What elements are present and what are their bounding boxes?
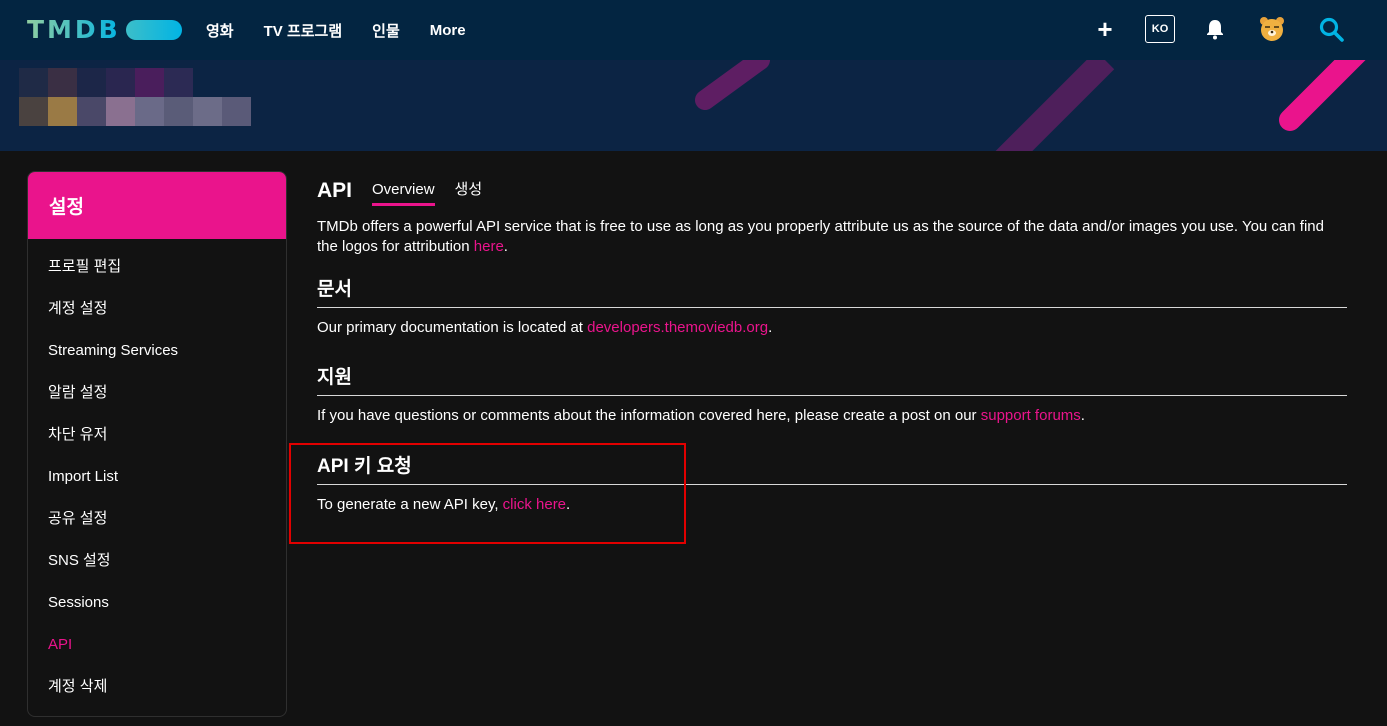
main-menu: 영화 TV 프로그램 인물 More	[206, 0, 496, 60]
menu-item-movies[interactable]: 영화	[206, 20, 234, 41]
top-navigation: TMDB 영화 TV 프로그램 인물 More + KO	[0, 0, 1387, 60]
plus-icon[interactable]: +	[1095, 16, 1115, 42]
api-header: API Overview 생성	[317, 172, 1347, 206]
support-heading: 지원	[317, 365, 1347, 396]
support-after: .	[1080, 407, 1085, 424]
sidebar-item-api[interactable]: API	[28, 624, 286, 666]
sidebar-item-import-list[interactable]: Import List	[28, 456, 286, 498]
api-key-request-heading: API 키 요청	[317, 454, 1347, 485]
documentation-text: Our primary documentation is located at	[317, 319, 588, 336]
sidebar-item-notifications[interactable]: 알람 설정	[28, 372, 286, 414]
bell-icon[interactable]	[1205, 18, 1225, 40]
search-icon[interactable]	[1318, 16, 1346, 44]
sidebar-list: 프로필 편집 계정 설정 Streaming Services 알람 설정 차단…	[28, 246, 286, 708]
language-button[interactable]: KO	[1145, 15, 1175, 43]
support-text-block: If you have questions or comments about …	[317, 406, 1347, 426]
click-here-link[interactable]: click here	[503, 496, 566, 513]
menu-item-tv[interactable]: TV 프로그램	[264, 20, 343, 41]
logo-text: TMDB	[27, 15, 121, 44]
api-key-request-text: To generate a new API key,	[317, 496, 503, 513]
menu-item-more[interactable]: More	[430, 22, 466, 39]
section-api-key-request: API 키 요청 To generate a new API key, clic…	[317, 454, 1347, 515]
section-support: 지원 If you have questions or comments abo…	[317, 365, 1347, 426]
tab-overview[interactable]: Overview	[372, 179, 435, 206]
api-main-content: API Overview 생성 TMDb offers a powerful A…	[317, 172, 1347, 515]
attribution-link[interactable]: here	[474, 238, 504, 255]
api-key-request-text-block: To generate a new API key, click here.	[317, 495, 1347, 515]
sidebar-item-sns[interactable]: SNS 설정	[28, 540, 286, 582]
sidebar-item-streaming-services[interactable]: Streaming Services	[28, 330, 286, 372]
intro-after: .	[503, 238, 508, 255]
api-key-request-after: .	[566, 496, 571, 513]
logo-pill-shape	[125, 19, 182, 40]
sidebar-item-delete-account[interactable]: 계정 삭제	[28, 666, 286, 708]
section-documentation: 문서 Our primary documentation is located …	[317, 277, 1347, 338]
documentation-heading: 문서	[317, 277, 1347, 308]
avatar-icon[interactable]	[1257, 14, 1287, 44]
profile-banner	[0, 60, 1387, 151]
menu-item-people[interactable]: 인물	[372, 20, 400, 41]
sidebar-item-account-settings[interactable]: 계정 설정	[28, 288, 286, 330]
settings-sidebar: 설정 프로필 편집 계정 설정 Streaming Services 알람 설정…	[27, 171, 287, 717]
documentation-link[interactable]: developers.themoviedb.org	[587, 319, 768, 336]
sidebar-item-edit-profile[interactable]: 프로필 편집	[28, 246, 286, 288]
sidebar-item-blocked-users[interactable]: 차단 유저	[28, 414, 286, 456]
support-text: If you have questions or comments about …	[317, 407, 981, 424]
sidebar-item-sharing[interactable]: 공유 설정	[28, 498, 286, 540]
page-title: API	[317, 179, 353, 202]
support-forums-link[interactable]: support forums	[981, 407, 1081, 424]
documentation-text-block: Our primary documentation is located at …	[317, 318, 1347, 338]
sidebar-title: 설정	[28, 172, 286, 239]
documentation-after: .	[768, 319, 773, 336]
sidebar-item-sessions[interactable]: Sessions	[28, 582, 286, 624]
api-intro: TMDb offers a powerful API service that …	[317, 217, 1347, 257]
tab-create[interactable]: 생성	[455, 179, 483, 206]
tmdb-logo[interactable]: TMDB	[27, 15, 182, 44]
intro-text: TMDb offers a powerful API service that …	[317, 218, 1324, 255]
